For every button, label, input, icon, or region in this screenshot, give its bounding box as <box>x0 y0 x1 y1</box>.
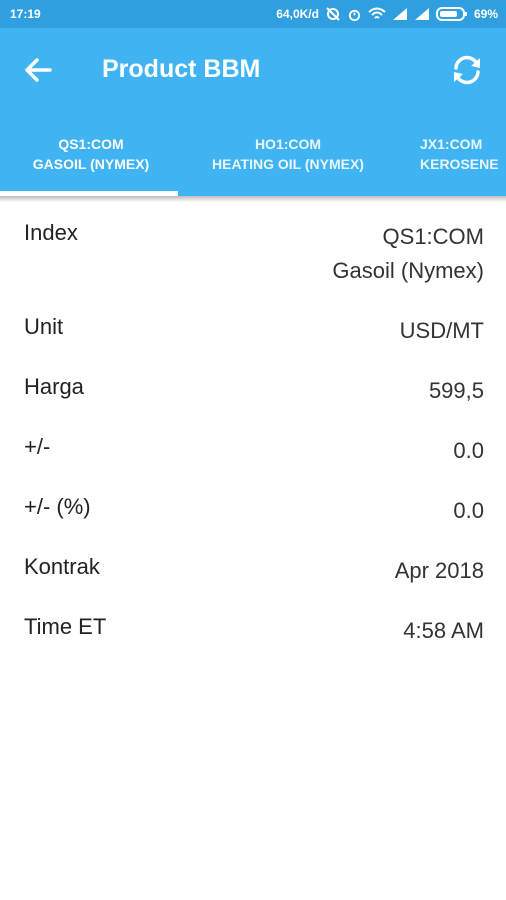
status-bar: 17:19 64,0K/d 69% <box>0 0 506 28</box>
tab-shadow <box>0 196 506 202</box>
row-label: Unit <box>24 314 64 339</box>
row-value: Apr 2018 <box>394 558 484 583</box>
page-title: Product BBM <box>102 55 261 83</box>
tab-code: JX1:COM <box>420 136 483 152</box>
status-time: 17:19 <box>10 7 41 21</box>
row-value: QS1:COM Gasoil (Nymex) <box>332 220 484 288</box>
index-code: QS1:COM <box>382 224 484 249</box>
tab-name: HEATING OIL (NYMEX) <box>212 156 364 172</box>
row-value: 0.0 <box>453 498 484 523</box>
wifi-icon <box>368 7 386 19</box>
row-label: Index <box>24 220 78 245</box>
tab-heating-oil[interactable]: HO1:COM HEATING OIL (NYMEX) <box>196 134 380 174</box>
row-label: Kontrak <box>24 554 100 579</box>
row-index: Index QS1:COM Gasoil (Nymex) <box>0 220 506 314</box>
row-label: Time ET <box>24 614 107 639</box>
row-label: +/- <box>24 434 51 459</box>
index-name: Gasoil (Nymex) <box>332 258 484 283</box>
alarm-icon <box>348 9 361 21</box>
row-value: 599,5 <box>428 378 484 403</box>
tab-name: KEROSENE <box>420 156 499 172</box>
row-time-et: Time ET 4:58 AM <box>0 614 506 674</box>
tab-bar: QS1:COM GASOIL (NYMEX) HO1:COM HEATING O… <box>0 112 506 196</box>
detail-list: Index QS1:COM Gasoil (Nymex) Unit USD/MT… <box>0 220 506 674</box>
row-change-percent: +/- (%) 0.0 <box>0 494 506 554</box>
tab-code: QS1:COM <box>58 136 124 152</box>
tab-name: GASOIL (NYMEX) <box>32 156 150 172</box>
network-speed: 64,0K/d <box>276 7 319 21</box>
arrow-back-icon[interactable] <box>22 55 54 85</box>
battery-level: 69% <box>473 7 498 21</box>
row-change: +/- 0.0 <box>0 434 506 494</box>
battery-icon <box>435 7 467 21</box>
status-icons: 64,0K/d 69% <box>276 6 498 22</box>
row-unit: Unit USD/MT <box>0 314 506 374</box>
row-value: 4:58 AM <box>403 618 484 643</box>
row-value: USD/MT <box>399 318 484 343</box>
row-harga: Harga 599,5 <box>0 374 506 434</box>
app-bar: Product BBM <box>0 28 506 112</box>
signal-icon-2 <box>414 8 429 20</box>
row-label: Harga <box>24 374 84 399</box>
row-kontrak: Kontrak Apr 2018 <box>0 554 506 614</box>
tab-gasoil[interactable]: QS1:COM GASOIL (NYMEX) <box>8 134 174 174</box>
sync-off-icon <box>326 7 340 21</box>
tab-kerosene[interactable]: JX1:COM KEROSENE <box>420 134 506 174</box>
tab-code: HO1:COM <box>254 136 322 152</box>
row-value: 0.0 <box>453 438 484 463</box>
signal-icon <box>392 8 407 20</box>
row-label: +/- (%) <box>24 494 91 519</box>
refresh-icon[interactable] <box>450 53 484 87</box>
